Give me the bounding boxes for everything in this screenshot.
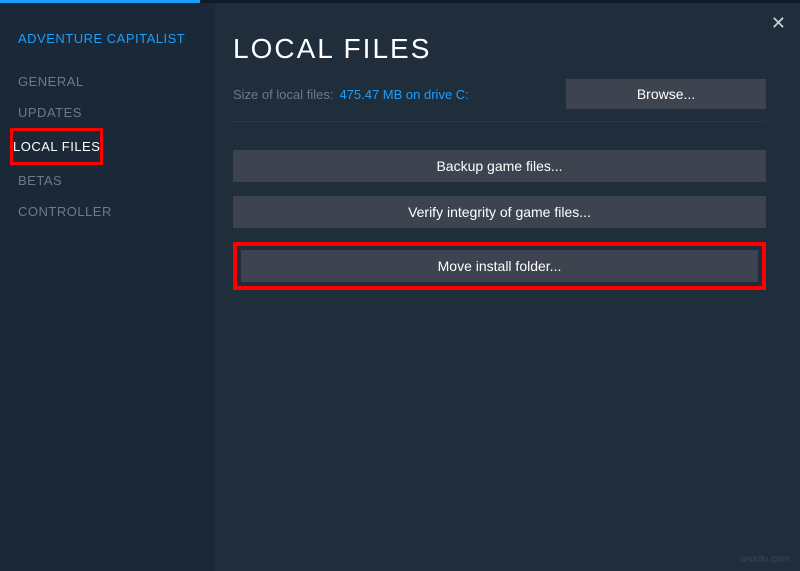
sidebar-item-betas[interactable]: BETAS	[18, 165, 62, 196]
game-title: ADVENTURE CAPITALIST	[18, 31, 215, 46]
sidebar-item-controller[interactable]: CONTROLLER	[18, 196, 112, 227]
size-label: Size of local files:	[233, 87, 333, 102]
verify-button[interactable]: Verify integrity of game files...	[233, 196, 766, 228]
page-title: LOCAL FILES	[233, 33, 766, 65]
size-value: 475.47 MB on drive C:	[339, 87, 468, 102]
sidebar-item-general[interactable]: GENERAL	[18, 66, 84, 97]
sidebar-item-local-files[interactable]: LOCAL FILES	[10, 128, 103, 165]
move-install-button[interactable]: Move install folder...	[241, 250, 758, 282]
watermark: wsxdn.com	[740, 554, 790, 565]
move-button-highlight: Move install folder...	[233, 242, 766, 290]
divider	[233, 121, 766, 122]
sidebar: ADVENTURE CAPITALIST GENERAL UPDATES LOC…	[0, 3, 215, 571]
backup-button[interactable]: Backup game files...	[233, 150, 766, 182]
sidebar-item-updates[interactable]: UPDATES	[18, 97, 82, 128]
close-icon[interactable]: ✕	[771, 13, 786, 34]
size-row: Size of local files: 475.47 MB on drive …	[233, 79, 766, 109]
main-panel: ✕ LOCAL FILES Size of local files: 475.4…	[215, 3, 800, 571]
browse-button[interactable]: Browse...	[566, 79, 766, 109]
main-container: ADVENTURE CAPITALIST GENERAL UPDATES LOC…	[0, 3, 800, 571]
